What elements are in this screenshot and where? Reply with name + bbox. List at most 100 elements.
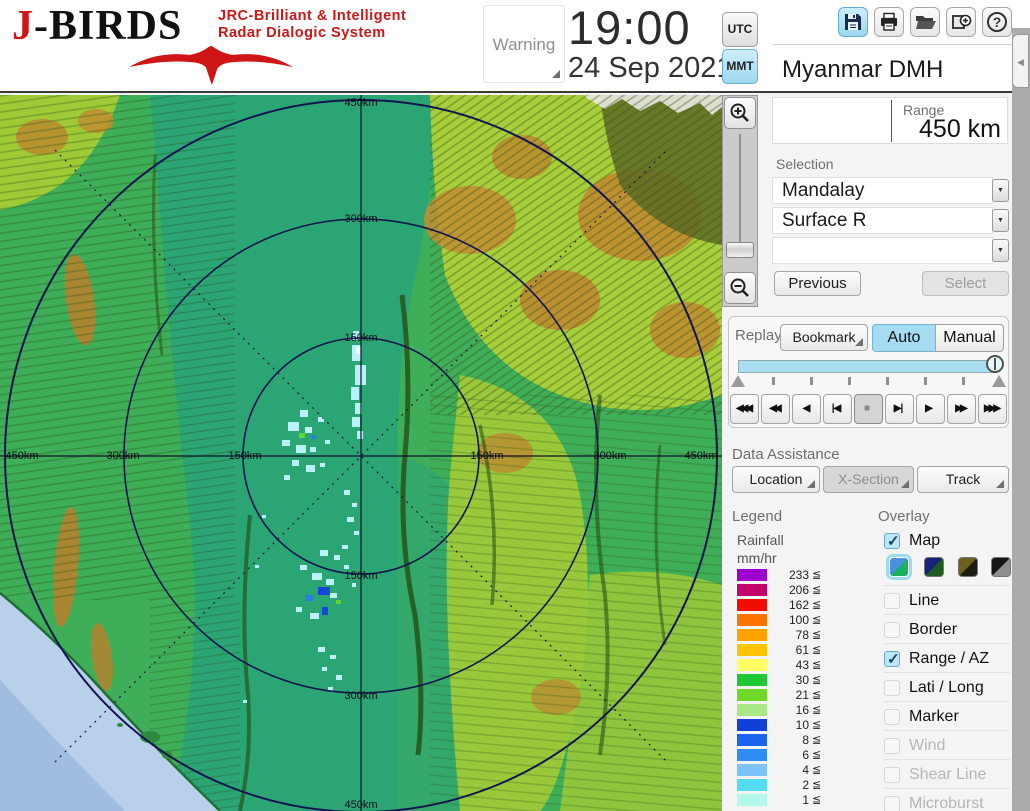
logo-subtitle: JRC-Brilliant & Intelligent Radar Dialog… (218, 8, 406, 42)
overlay-separator (884, 730, 1010, 731)
zoom-slider-track[interactable] (739, 134, 741, 242)
product-dropdown-arrow[interactable]: ▼ (992, 209, 1009, 232)
zoom-in-button[interactable] (724, 97, 756, 129)
ring-label: 450km (344, 97, 378, 109)
map-style-swatch-1[interactable] (889, 557, 909, 577)
x-section-button[interactable]: X-Section (823, 466, 914, 493)
ring-label: 300km (344, 213, 378, 225)
legend-value: 78 (795, 627, 809, 642)
logo-subtitle-line2: Radar Dialogic System (218, 25, 386, 41)
map-style-swatch-4[interactable] (991, 557, 1011, 577)
panel-collapse-tab[interactable]: ◀ (1012, 34, 1029, 88)
bookmark-button[interactable]: Bookmark (780, 324, 868, 351)
line-checkbox[interactable] (884, 593, 900, 609)
ring-label: 150km (344, 332, 378, 344)
overlay-item-marker[interactable]: Marker (884, 705, 1010, 729)
legend-units: mm/hr (737, 550, 777, 566)
help-button[interactable]: ? (982, 7, 1012, 37)
auto-button[interactable]: Auto (872, 324, 936, 352)
ring-label: 150km (470, 450, 504, 462)
fast-forward-button[interactable]: ▶▶ (947, 394, 976, 424)
manual-button[interactable]: Manual (936, 324, 1004, 352)
zoom-out-icon (730, 278, 749, 297)
legend-swatch (737, 658, 767, 671)
legend-row: 21 ≦ (737, 687, 821, 702)
lati-long-checkbox[interactable] (884, 680, 900, 696)
border-checkbox[interactable] (884, 622, 900, 638)
app-logo: J-BIRDS (12, 2, 182, 50)
save-button[interactable] (838, 7, 868, 37)
replay-slider-handle[interactable] (986, 355, 1004, 373)
slider-start-marker[interactable] (731, 375, 745, 387)
legend-suffix: ≦ (812, 659, 822, 671)
skip-end-button[interactable]: ▶▶▶ (978, 394, 1007, 424)
play-reverse-button[interactable]: ◀ (792, 394, 821, 424)
open-folder-button[interactable] (910, 7, 940, 37)
zoom-out-button[interactable] (724, 272, 756, 304)
map-style-swatch-3[interactable] (958, 557, 978, 577)
select-button[interactable]: Select (922, 271, 1009, 296)
legend-suffix: ≦ (812, 779, 822, 791)
warning-button[interactable]: Warning (483, 5, 565, 83)
play-button[interactable]: ▶ (916, 394, 945, 424)
overlay-item-line[interactable]: Line (884, 589, 1010, 613)
step-back-button[interactable]: |◀ (823, 394, 852, 424)
zoom-slider-handle[interactable] (726, 242, 754, 258)
toolbar-separator (773, 44, 1012, 45)
legend-row: 4 ≦ (737, 762, 821, 777)
legend-value: 16 (795, 702, 809, 717)
site-dropdown[interactable]: Mandalay (772, 177, 993, 204)
track-button[interactable]: Track (917, 466, 1009, 493)
ring-label: 450km (344, 799, 378, 811)
overlay-item-label: Range / AZ (909, 650, 990, 667)
overlay-item-range-az[interactable]: Range / AZ (884, 647, 1010, 671)
legend-swatch (737, 583, 767, 596)
legend-swatch (737, 568, 767, 581)
legend-suffix: ≦ (812, 764, 822, 776)
legend-suffix: ≦ (812, 734, 822, 746)
legend-value: 21 (795, 687, 809, 702)
step-forward-button[interactable]: ▶| (885, 394, 914, 424)
overlay-item-lati-long[interactable]: Lati / Long (884, 676, 1010, 700)
overlay-item-label: Line (909, 592, 940, 609)
overlay-item-microburst: Microburst (884, 792, 1010, 811)
option-dropdown-arrow[interactable]: ▼ (992, 239, 1009, 262)
legend-suffix: ≦ (812, 704, 822, 716)
overlay-item-border[interactable]: Border (884, 618, 1010, 642)
utc-button[interactable]: UTC (722, 12, 758, 47)
option-dropdown[interactable] (772, 237, 993, 264)
slider-end-marker[interactable] (992, 375, 1006, 387)
marker-checkbox[interactable] (884, 709, 900, 725)
add-image-button[interactable] (946, 7, 976, 37)
legend-swatch (737, 748, 767, 761)
stop-button[interactable]: ■ (854, 394, 883, 424)
mmt-button[interactable]: MMT (722, 49, 758, 84)
jbirds-app: 450km 300km 150km 150km 300km 450km 450k… (0, 0, 1030, 811)
rewind-button[interactable]: ◀◀ (761, 394, 790, 424)
legend-value: 10 (795, 717, 809, 732)
legend-value: 30 (795, 672, 809, 687)
legend-suffix: ≦ (812, 629, 822, 641)
previous-button[interactable]: Previous (774, 271, 861, 296)
legend-swatch (737, 613, 767, 626)
overlay-item-map[interactable]: Map (884, 529, 1010, 553)
product-dropdown[interactable]: Surface R (772, 207, 993, 234)
map-style-swatch-2[interactable] (924, 557, 944, 577)
map-checkbox[interactable] (884, 532, 900, 550)
location-button[interactable]: Location (732, 466, 820, 493)
legend-row: 10 ≦ (737, 717, 821, 732)
slider-tick (772, 377, 775, 385)
skip-start-button[interactable]: ◀◀◀ (730, 394, 759, 424)
range-az-checkbox[interactable] (884, 650, 900, 668)
slider-tick (810, 377, 813, 385)
legend-value: 233 (788, 567, 809, 582)
legend-swatch (737, 628, 767, 641)
replay-slider-track[interactable] (738, 360, 996, 373)
radar-map[interactable]: 450km 300km 150km 150km 300km 450km 450k… (0, 95, 722, 811)
site-dropdown-arrow[interactable]: ▼ (992, 179, 1009, 202)
print-button[interactable] (874, 7, 904, 37)
selection-label: Selection (776, 156, 834, 172)
overlay-item-label: Wind (909, 737, 946, 754)
ring-label: 450km (684, 450, 718, 462)
legend-value: 4 (802, 762, 809, 777)
